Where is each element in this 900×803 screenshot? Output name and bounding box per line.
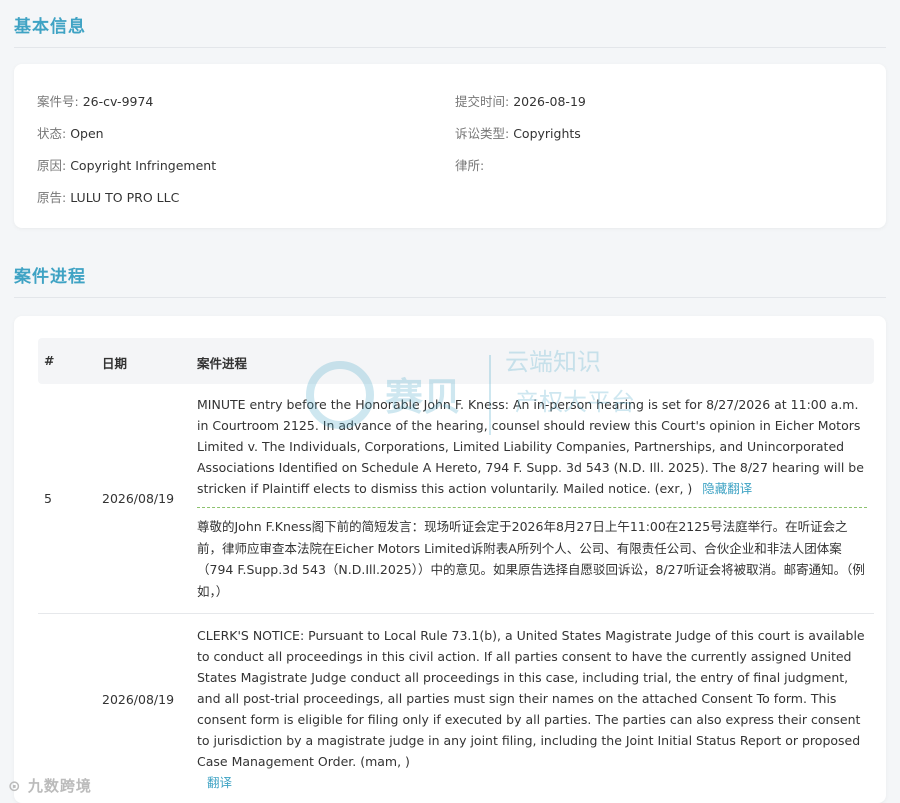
progress-card: # 日期 案件进程 5 2026/08/19 MINUTE entry befo… <box>14 316 886 803</box>
submit-time: 提交时间: 2026-08-19 <box>455 94 586 109</box>
progress-title: 案件进程 <box>14 267 86 287</box>
case-status: 状态: Open <box>37 126 104 141</box>
table-row: 5 2026/08/19 MINUTE entry before the Hon… <box>38 384 874 613</box>
row-translation: 尊敬的John F.Kness阁下前的简短发言：现场听证会定于2026年8月27… <box>197 519 865 599</box>
footer-watermark: ⊙ 九数跨境 <box>8 777 92 795</box>
footer-logo-icon: ⊙ <box>8 777 22 795</box>
case-cause: 原因: Copyright Infringement <box>37 158 217 173</box>
basic-info-card: 案件号: 26-cv-9974 提交时间: 2026-08-19 状态: Ope… <box>14 64 886 228</box>
case-number: 案件号: 26-cv-9974 <box>37 94 154 109</box>
divider <box>14 297 886 298</box>
table-row: 2026/08/19 CLERK'S NOTICE: Pursuant to L… <box>38 614 874 790</box>
col-number-header: # <box>44 353 55 368</box>
translate-link[interactable]: 翻译 <box>207 775 232 790</box>
hide-translation-link[interactable]: 隐藏翻译 <box>702 481 752 496</box>
row-number: 5 <box>44 491 52 506</box>
row-text: CLERK'S NOTICE: Pursuant to Local Rule 7… <box>197 628 865 769</box>
law-firm: 律所: <box>455 158 485 173</box>
table-header: # 日期 案件进程 <box>38 338 874 384</box>
plaintiff: 原告: LULU TO PRO LLC <box>37 190 180 205</box>
col-progress-header: 案件进程 <box>197 356 248 371</box>
row-text: MINUTE entry before the Honorable John F… <box>197 397 864 496</box>
row-date: 2026/08/19 <box>102 491 175 506</box>
row-date: 2026/08/19 <box>102 692 175 707</box>
col-date-header: 日期 <box>102 356 128 371</box>
divider <box>14 47 886 48</box>
row-progress: CLERK'S NOTICE: Pursuant to Local Rule 7… <box>197 625 869 793</box>
basic-info-title: 基本信息 <box>14 17 86 37</box>
translation-divider <box>197 507 867 508</box>
row-progress: MINUTE entry before the Honorable John F… <box>197 394 869 602</box>
litigation-type: 诉讼类型: Copyrights <box>455 126 581 141</box>
